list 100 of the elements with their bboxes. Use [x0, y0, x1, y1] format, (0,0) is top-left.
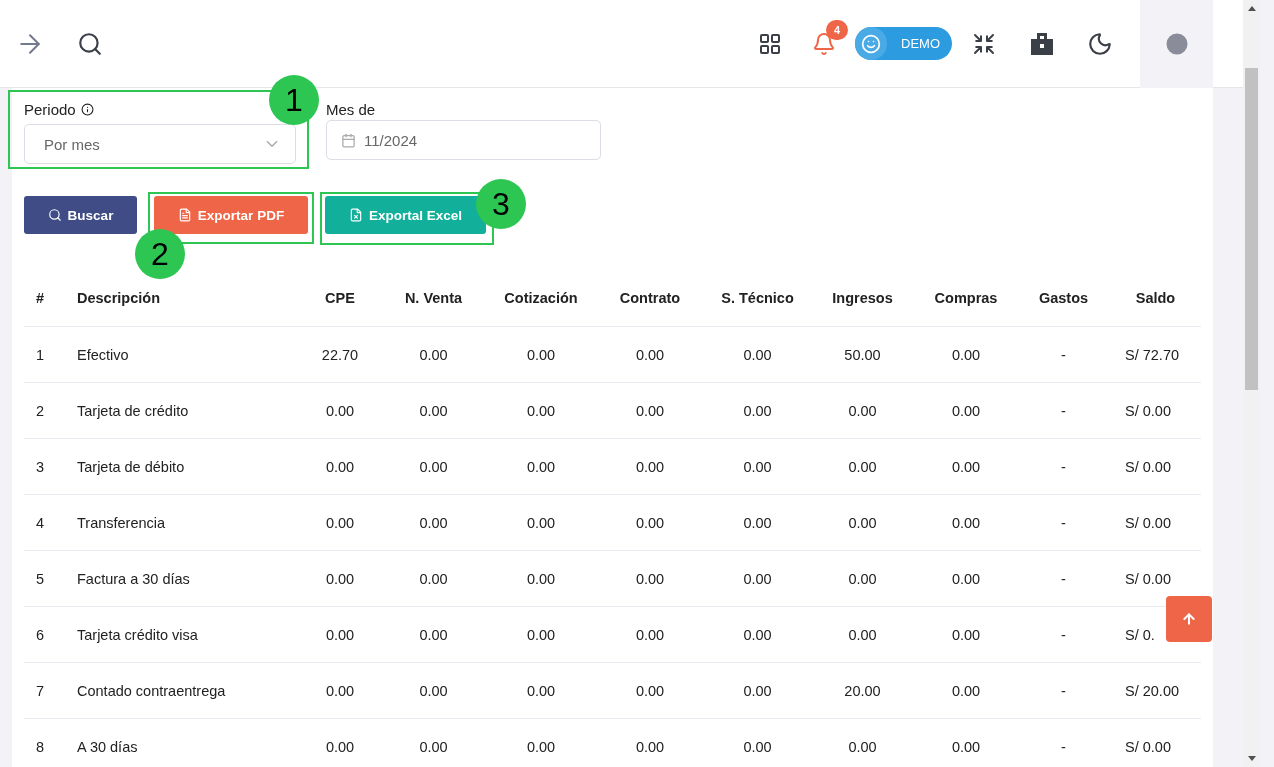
table-cell: 0.00	[595, 495, 705, 551]
table-cell: 0.00	[595, 719, 705, 767]
table-cell: 3	[24, 439, 65, 495]
table-cell: 0.00	[810, 607, 915, 663]
apps-grid-icon[interactable]	[758, 31, 782, 56]
table-cell: 1	[24, 327, 65, 383]
table-cell: 0.00	[300, 607, 380, 663]
table-cell: 0.00	[705, 327, 810, 383]
table-cell: 0.00	[487, 551, 595, 607]
table-cell: 20.00	[810, 663, 915, 719]
table-cell: 0.00	[487, 495, 595, 551]
document-icon	[177, 208, 192, 222]
column-header: Ingresos	[810, 269, 915, 327]
table-cell: 0.00	[380, 551, 487, 607]
smile-icon	[861, 33, 881, 54]
table-cell: 0.00	[915, 607, 1017, 663]
table-cell: 0.00	[487, 607, 595, 663]
table-cell: 0.00	[380, 719, 487, 767]
calendar-icon	[341, 132, 356, 148]
table-cell: -	[1017, 439, 1110, 495]
table-cell: 4	[24, 495, 65, 551]
table-cell: S/ 20.00	[1110, 663, 1201, 719]
spreadsheet-icon	[348, 208, 363, 222]
column-header: Gastos	[1017, 269, 1110, 327]
month-field[interactable]: 11/2024	[326, 120, 601, 160]
table-cell: 0.00	[487, 327, 595, 383]
table-cell: Contado contraentrega	[65, 663, 300, 719]
table-cell: -	[1017, 495, 1110, 551]
table-cell: 0.00	[810, 719, 915, 767]
table-cell: 0.00	[915, 719, 1017, 767]
column-header: #	[24, 269, 65, 327]
column-header: Saldo	[1110, 269, 1201, 327]
table-cell: -	[1017, 551, 1110, 607]
table-cell: -	[1017, 663, 1110, 719]
table-cell: 0.00	[487, 383, 595, 439]
month-label: Mes de	[326, 100, 376, 118]
table-cell: 0.00	[705, 383, 810, 439]
table-cell: 0.00	[487, 719, 595, 767]
table-cell: 0.00	[705, 551, 810, 607]
table-cell: Transferencia	[65, 495, 300, 551]
table-cell: 6	[24, 607, 65, 663]
info-icon[interactable]	[80, 102, 94, 116]
table-cell: -	[1017, 383, 1110, 439]
table-cell: -	[1017, 607, 1110, 663]
shrink-icon[interactable]	[972, 31, 996, 56]
table-cell: 0.00	[705, 495, 810, 551]
scroll-down-arrow-icon[interactable]	[1247, 756, 1256, 761]
table-cell: 0.00	[380, 383, 487, 439]
table-cell: -	[1017, 327, 1110, 383]
table-cell: Tarjeta de débito	[65, 439, 300, 495]
table-cell: 0.00	[595, 663, 705, 719]
bell-icon[interactable]	[812, 31, 836, 56]
table-cell: 0.00	[915, 439, 1017, 495]
search-icon	[47, 208, 62, 222]
table-cell: -	[1017, 719, 1110, 767]
table-cell: 5	[24, 551, 65, 607]
table-cell: 0.00	[915, 383, 1017, 439]
table-cell: 0.00	[705, 607, 810, 663]
table-cell: S/ 0.00	[1110, 495, 1201, 551]
table-cell: S/ 0.00	[1110, 383, 1201, 439]
table-cell: 0.00	[705, 663, 810, 719]
scroll-up-arrow-icon[interactable]	[1247, 6, 1256, 11]
period-label: Periodo	[24, 100, 76, 118]
table-cell: 0.00	[380, 607, 487, 663]
search-button[interactable]: Buscar	[24, 196, 137, 234]
table-cell: 0.00	[380, 439, 487, 495]
table-cell: 0.00	[705, 719, 810, 767]
notification-badge: 4	[826, 19, 848, 40]
table-cell: 0.00	[595, 551, 705, 607]
table-cell: S/ 72.70	[1110, 327, 1201, 383]
table-cell: 0.00	[595, 607, 705, 663]
table-cell: 0.00	[300, 719, 380, 767]
table-cell: Factura a 30 días	[65, 551, 300, 607]
table-cell: 0.00	[300, 551, 380, 607]
table-cell: 0.00	[300, 439, 380, 495]
table-cell: 50.00	[810, 327, 915, 383]
period-select[interactable]: Por mes	[24, 124, 296, 164]
table-cell: 0.00	[380, 663, 487, 719]
table-cell: S/ 0.00	[1110, 719, 1201, 767]
table-cell: 0.00	[810, 551, 915, 607]
table-cell: 0.00	[810, 439, 915, 495]
pdf-button[interactable]: Exportar PDF	[154, 196, 308, 234]
table-cell: 0.00	[705, 439, 810, 495]
table-cell: 0.00	[300, 495, 380, 551]
table-cell: 22.70	[300, 327, 380, 383]
table-cell: 0.00	[487, 663, 595, 719]
demo-toggle[interactable]: DEMO	[855, 27, 952, 60]
table-cell: 8	[24, 719, 65, 767]
search-icon[interactable]	[77, 30, 103, 57]
column-header: CPE	[300, 269, 380, 327]
table-cell: 0.00	[595, 439, 705, 495]
toolbox-icon[interactable]	[1029, 30, 1055, 57]
table-cell: Efectivo	[65, 327, 300, 383]
table-cell: Tarjeta crédito visa	[65, 607, 300, 663]
column-header: N. Venta	[380, 269, 487, 327]
scrollbar-thumb[interactable]	[1245, 68, 1258, 390]
table-cell: 0.00	[810, 495, 915, 551]
table-cell: Tarjeta de crédito	[65, 383, 300, 439]
moon-icon[interactable]	[1087, 30, 1113, 57]
table-cell: 0.00	[595, 327, 705, 383]
